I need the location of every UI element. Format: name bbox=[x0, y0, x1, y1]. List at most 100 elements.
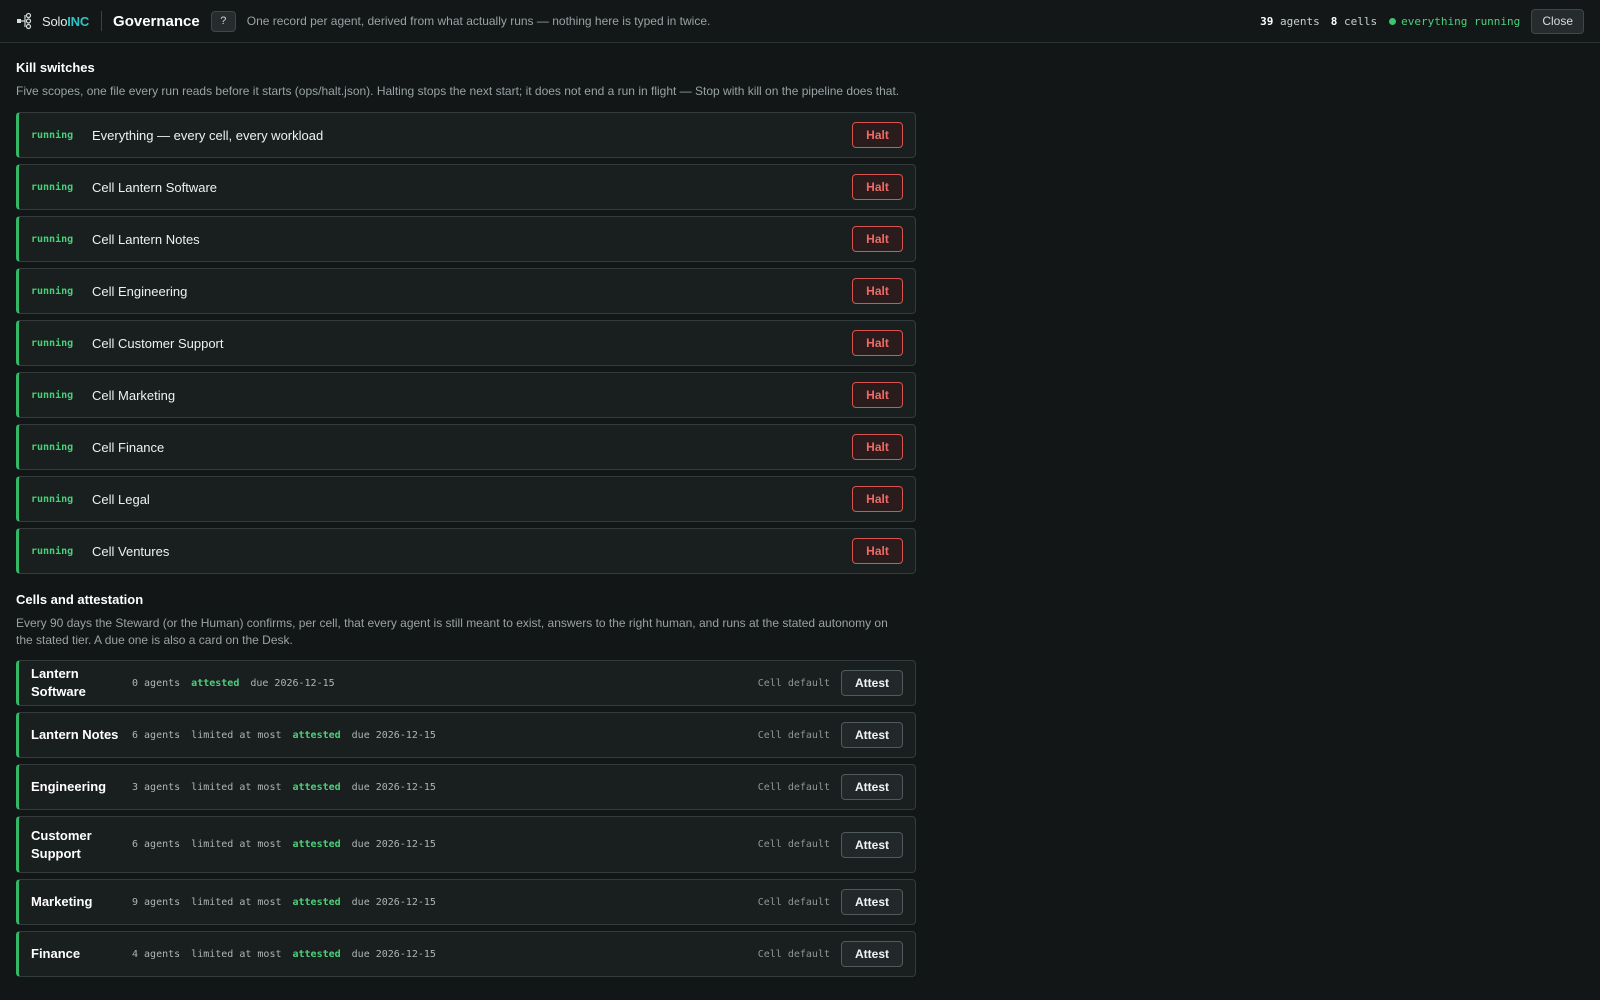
agents-label: agents bbox=[1279, 14, 1320, 28]
page-subtitle: One record per agent, derived from what … bbox=[246, 14, 711, 28]
kill-switches-description: Five scopes, one file every run reads be… bbox=[16, 84, 900, 98]
cell-meta: 3 agents limited at most attested due 20… bbox=[132, 782, 447, 793]
switch-scope: Cell Marketing bbox=[92, 387, 176, 403]
switch-state: running bbox=[31, 285, 74, 297]
cell-name: Engineering bbox=[31, 779, 107, 794]
cell-tier: Cell default bbox=[757, 948, 830, 960]
cell-meta: 9 agents limited at most attested due 20… bbox=[132, 897, 447, 908]
cell-attest-status: attested bbox=[191, 677, 240, 689]
cell-autonomy-limit: limited at most bbox=[191, 839, 282, 850]
cell-name: Finance bbox=[31, 946, 81, 961]
switch-state: running bbox=[31, 545, 74, 557]
page-title: Governance bbox=[113, 12, 200, 30]
kill-switch-row: running Cell Engineering Halt bbox=[16, 268, 916, 314]
cell-due-date: due 2026-12-15 bbox=[351, 729, 436, 741]
cell-agent-count: 4 agents bbox=[132, 948, 181, 960]
halt-button[interactable]: Halt bbox=[852, 330, 903, 356]
cell-row: Marketing 9 agents limited at most attes… bbox=[16, 879, 916, 925]
status-dot-icon bbox=[1389, 17, 1397, 25]
switch-state: running bbox=[31, 389, 74, 401]
switch-state: running bbox=[31, 493, 74, 505]
global-status: everything running bbox=[1401, 14, 1521, 28]
cell-meta: 6 agents limited at most attested due 20… bbox=[132, 730, 447, 741]
brand-inc: INC bbox=[67, 13, 90, 29]
cells-count: 8 bbox=[1330, 14, 1338, 28]
cell-tier: Cell default bbox=[757, 729, 830, 741]
cell-agent-count: 3 agents bbox=[132, 781, 181, 793]
attest-button[interactable]: Attest bbox=[841, 670, 903, 696]
brand-solo: Solo bbox=[42, 13, 68, 29]
cell-due-date: due 2026-12-15 bbox=[351, 839, 436, 850]
kill-switch-list: running Everything — every cell, every w… bbox=[16, 112, 916, 574]
halt-button[interactable]: Halt bbox=[852, 226, 903, 252]
switch-scope: Cell Legal bbox=[92, 491, 150, 507]
switch-state: running bbox=[31, 441, 74, 453]
halt-button[interactable]: Halt bbox=[852, 278, 903, 304]
cell-agent-count: 6 agents bbox=[132, 839, 181, 850]
switch-state: running bbox=[31, 337, 74, 349]
kill-switch-row: running Cell Customer Support Halt bbox=[16, 320, 916, 366]
cell-attest-status: attested bbox=[292, 839, 341, 850]
logo[interactable]: SoloINC bbox=[16, 12, 89, 30]
cell-list: Lantern Software 0 agents attested due 2… bbox=[16, 660, 916, 977]
halt-button[interactable]: Halt bbox=[852, 122, 903, 148]
cell-autonomy-limit: limited at most bbox=[191, 781, 282, 793]
cell-agent-count: 6 agents bbox=[132, 729, 181, 741]
cells-label: cells bbox=[1343, 14, 1378, 28]
network-logo-icon bbox=[17, 12, 32, 30]
cell-row: Lantern Software 0 agents attested due 2… bbox=[16, 660, 916, 706]
cell-autonomy-limit: limited at most bbox=[191, 896, 282, 908]
halt-button[interactable]: Halt bbox=[852, 434, 903, 460]
halt-button[interactable]: Halt bbox=[852, 382, 903, 408]
cell-name: Lantern Software bbox=[31, 666, 86, 699]
kill-switch-row: running Cell Legal Halt bbox=[16, 476, 916, 522]
switch-state: running bbox=[31, 129, 74, 141]
cell-tier: Cell default bbox=[757, 781, 830, 793]
halt-button[interactable]: Halt bbox=[852, 538, 903, 564]
attest-button[interactable]: Attest bbox=[841, 941, 903, 967]
cell-attest-status: attested bbox=[292, 781, 341, 793]
cell-due-date: due 2026-12-15 bbox=[250, 677, 335, 689]
cell-due-date: due 2026-12-15 bbox=[351, 948, 436, 960]
attest-button[interactable]: Attest bbox=[841, 889, 903, 915]
cell-meta: 6 agents limited at most attested due 20… bbox=[132, 839, 447, 850]
close-button[interactable]: Close bbox=[1531, 8, 1584, 34]
brand-name: SoloINC bbox=[42, 14, 89, 29]
attest-button[interactable]: Attest bbox=[841, 722, 903, 748]
help-button[interactable]: ? bbox=[210, 10, 236, 32]
cell-agent-count: 0 agents bbox=[132, 677, 181, 689]
switch-scope: Cell Customer Support bbox=[92, 335, 224, 351]
cell-due-date: due 2026-12-15 bbox=[351, 781, 436, 793]
cell-row: Finance 4 agents limited at most atteste… bbox=[16, 931, 916, 977]
cell-attest-status: attested bbox=[292, 729, 341, 741]
kill-switch-row: running Cell Ventures Halt bbox=[16, 528, 916, 574]
kill-switch-row: running Cell Lantern Software Halt bbox=[16, 164, 916, 210]
cell-name: Customer Support bbox=[31, 827, 92, 861]
attest-button[interactable]: Attest bbox=[841, 774, 903, 800]
cell-meta: 0 agents attested due 2026-12-15 bbox=[132, 678, 346, 689]
cell-attest-status: attested bbox=[292, 948, 341, 960]
cell-autonomy-limit: limited at most bbox=[191, 948, 282, 960]
attest-button[interactable]: Attest bbox=[841, 831, 903, 858]
switch-state: running bbox=[31, 181, 74, 193]
switch-state: running bbox=[31, 233, 74, 245]
kill-switch-row: running Cell Lantern Notes Halt bbox=[16, 216, 916, 262]
cells-title: Cells and attestation bbox=[16, 592, 144, 607]
halt-button[interactable]: Halt bbox=[852, 174, 903, 200]
cell-agent-count: 9 agents bbox=[132, 896, 181, 908]
governance-main: Kill switches Five scopes, one file ever… bbox=[16, 43, 916, 977]
agents-count: 39 bbox=[1260, 14, 1274, 28]
cell-autonomy-limit: limited at most bbox=[191, 729, 282, 741]
switch-scope: Cell Engineering bbox=[92, 283, 188, 299]
cell-name: Lantern Notes bbox=[31, 727, 119, 742]
cell-row: Customer Support 6 agents limited at mos… bbox=[16, 816, 916, 873]
halt-button[interactable]: Halt bbox=[852, 486, 903, 512]
cell-meta: 4 agents limited at most attested due 20… bbox=[132, 949, 447, 960]
switch-scope: Everything — every cell, every workload bbox=[92, 127, 324, 143]
switch-scope: Cell Finance bbox=[92, 439, 165, 455]
summary-stats: 39 agents 8 cells everything running bbox=[1260, 15, 1520, 28]
cell-tier: Cell default bbox=[757, 896, 830, 908]
kill-switches-title: Kill switches bbox=[16, 60, 95, 75]
cell-tier: Cell default bbox=[757, 677, 830, 689]
cell-row: Lantern Notes 6 agents limited at most a… bbox=[16, 712, 916, 758]
